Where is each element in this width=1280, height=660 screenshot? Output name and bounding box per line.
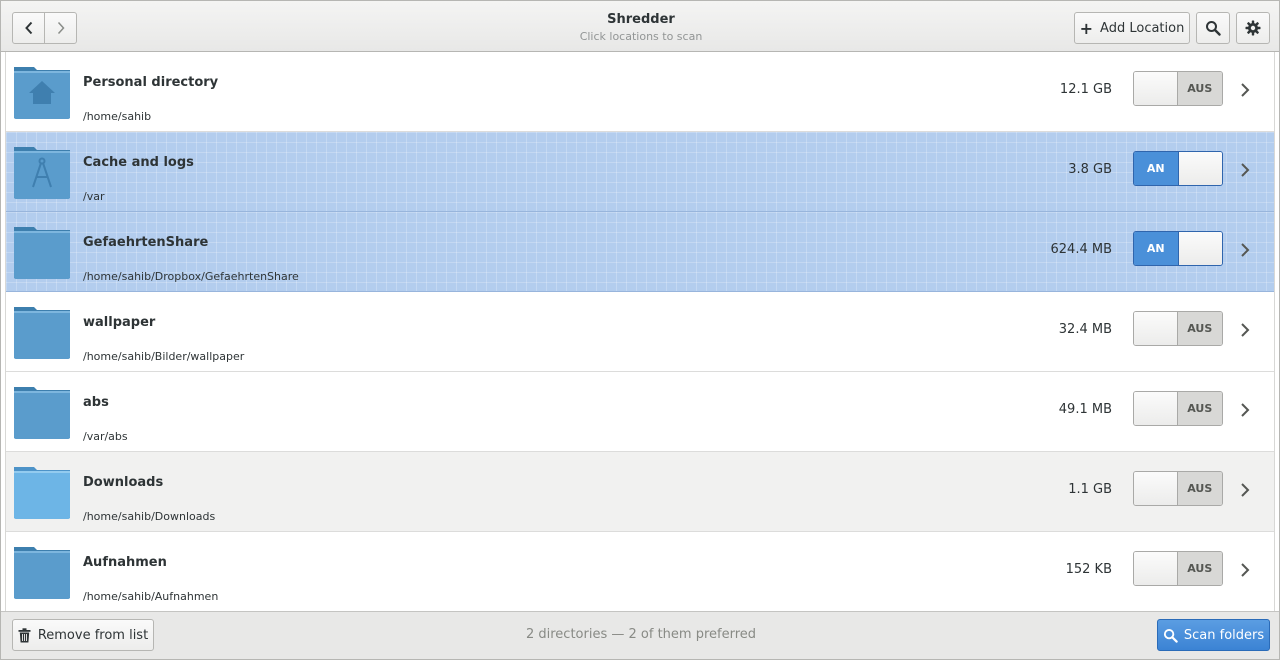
search-button[interactable] xyxy=(1196,12,1230,44)
home-folder-icon xyxy=(14,67,70,119)
preferred-toggle[interactable]: AUS xyxy=(1133,391,1223,426)
location-size: 152 KB xyxy=(1065,562,1112,577)
folder-icon xyxy=(14,547,70,599)
system-folder-icon xyxy=(14,147,70,199)
location-name: GefaehrtenShare xyxy=(83,235,209,250)
folder-icon xyxy=(14,387,70,439)
scan-folders-button[interactable]: Scan folders xyxy=(1157,619,1270,651)
location-name: Aufnahmen xyxy=(83,555,167,570)
chevron-right-icon[interactable] xyxy=(1238,402,1252,418)
preferred-toggle[interactable]: AN xyxy=(1133,151,1223,186)
window-title: Shredder xyxy=(607,12,675,27)
chevron-right-icon xyxy=(57,21,65,35)
forward-button[interactable] xyxy=(44,13,76,43)
location-row[interactable]: Downloads /home/sahib/Downloads 1.1 GB A… xyxy=(6,452,1274,532)
chevron-right-icon[interactable] xyxy=(1238,482,1252,498)
location-row[interactable]: Personal directory /home/sahib 12.1 GB A… xyxy=(6,52,1274,132)
trash-icon xyxy=(18,627,31,642)
search-icon xyxy=(1163,628,1178,643)
location-row[interactable]: GefaehrtenShare /home/sahib/Dropbox/Gefa… xyxy=(6,212,1274,292)
location-name: Personal directory xyxy=(83,75,219,90)
toggle-label: AUS xyxy=(1177,72,1222,105)
location-path: /home/sahib xyxy=(83,110,152,123)
location-row[interactable]: Cache and logs /var 3.8 GB AN xyxy=(6,132,1274,212)
chevron-right-icon[interactable] xyxy=(1238,322,1252,338)
location-name: Cache and logs xyxy=(83,155,194,170)
location-size: 1.1 GB xyxy=(1068,482,1112,497)
location-size: 3.8 GB xyxy=(1068,162,1112,177)
location-row[interactable]: wallpaper /home/sahib/Bilder/wallpaper 3… xyxy=(6,292,1274,372)
location-size: 624.4 MB xyxy=(1050,242,1112,257)
location-path: /var/abs xyxy=(83,430,128,443)
toggle-slider xyxy=(1134,472,1178,505)
location-size: 49.1 MB xyxy=(1058,402,1112,417)
chevron-left-icon xyxy=(24,21,32,35)
preferred-toggle[interactable]: AUS xyxy=(1133,471,1223,506)
app-window: Shredder Click locations to scan + Add L… xyxy=(0,0,1280,660)
navigation-group xyxy=(12,12,77,44)
chevron-right-icon[interactable] xyxy=(1238,82,1252,98)
preferred-toggle[interactable]: AN xyxy=(1133,231,1223,266)
preferred-toggle[interactable]: AUS xyxy=(1133,311,1223,346)
downloads-folder-icon xyxy=(14,467,70,519)
folder-icon xyxy=(14,307,70,359)
location-size: 12.1 GB xyxy=(1059,82,1112,97)
location-path: /var xyxy=(83,190,105,203)
gear-icon xyxy=(1245,20,1261,36)
folder-icon xyxy=(14,227,70,279)
status-text: 2 directories — 2 of them preferred xyxy=(525,627,757,642)
add-location-button[interactable]: + Add Location xyxy=(1074,12,1190,44)
scan-folders-label: Scan folders xyxy=(1183,627,1265,643)
title-area: Shredder Click locations to scan xyxy=(441,12,841,43)
settings-button[interactable] xyxy=(1236,12,1270,44)
search-icon xyxy=(1206,21,1221,36)
location-row[interactable]: abs /var/abs 49.1 MB AUS xyxy=(6,372,1274,452)
chevron-right-icon[interactable] xyxy=(1238,242,1252,258)
toggle-label: AUS xyxy=(1177,312,1222,345)
toggle-slider xyxy=(1178,232,1222,265)
toggle-slider xyxy=(1178,152,1222,185)
toggle-slider xyxy=(1134,392,1178,425)
chevron-right-icon[interactable] xyxy=(1238,562,1252,578)
location-size: 32.4 MB xyxy=(1058,322,1112,337)
toggle-label: AUS xyxy=(1177,472,1222,505)
toggle-slider xyxy=(1134,312,1178,345)
window-subtitle: Click locations to scan xyxy=(579,30,703,43)
location-path: /home/sahib/Bilder/wallpaper xyxy=(83,350,245,363)
toggle-label: AN xyxy=(1134,232,1179,265)
back-button[interactable] xyxy=(13,13,44,43)
location-path: /home/sahib/Downloads xyxy=(83,510,216,523)
remove-from-list-label: Remove from list xyxy=(37,627,149,643)
toggle-label: AUS xyxy=(1177,392,1222,425)
preferred-toggle[interactable]: AUS xyxy=(1133,71,1223,106)
add-location-label: Add Location xyxy=(1100,20,1185,36)
toggle-label: AUS xyxy=(1177,552,1222,585)
location-name: abs xyxy=(83,395,109,410)
location-path: /home/sahib/Dropbox/GefaehrtenShare xyxy=(83,270,299,283)
chevron-right-icon[interactable] xyxy=(1238,162,1252,178)
location-row[interactable]: Aufnahmen /home/sahib/Aufnahmen 152 KB A… xyxy=(6,532,1274,612)
location-name: Downloads xyxy=(83,475,164,490)
location-name: wallpaper xyxy=(83,315,156,330)
preferred-toggle[interactable]: AUS xyxy=(1133,551,1223,586)
toggle-slider xyxy=(1134,72,1178,105)
footer-bar: Remove from list 2 directories — 2 of th… xyxy=(1,611,1279,659)
remove-from-list-button[interactable]: Remove from list xyxy=(12,619,154,651)
location-list: Personal directory /home/sahib 12.1 GB A… xyxy=(5,52,1275,612)
plus-icon: + xyxy=(1079,18,1094,38)
location-path: /home/sahib/Aufnahmen xyxy=(83,590,219,603)
toggle-label: AN xyxy=(1134,152,1179,185)
header-bar: Shredder Click locations to scan + Add L… xyxy=(1,1,1279,52)
toggle-slider xyxy=(1134,552,1178,585)
